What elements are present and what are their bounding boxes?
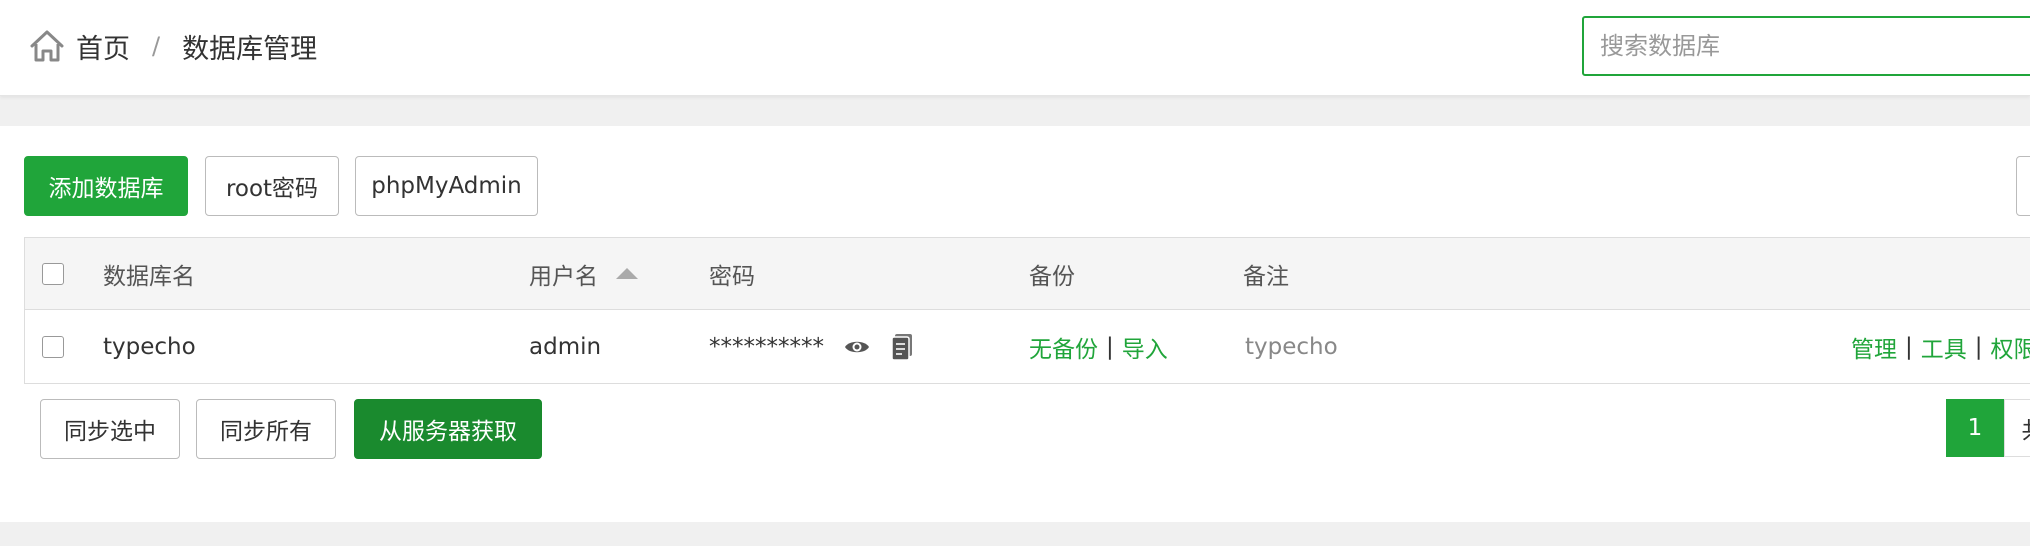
database-panel: 添加数据库 root密码 phpMyAdmin 数据库名 用户名 密码 备份 备… — [0, 126, 2030, 522]
row-backup-group: 无备份 | 导入 — [1029, 310, 1168, 383]
row-db-name: typecho — [103, 333, 196, 360]
table-row: typecho admin ********** 无备份 | 导入 typech… — [25, 310, 2030, 383]
header-username-label: 用户名 — [529, 263, 598, 290]
tools-link[interactable]: 工具 — [1921, 330, 1967, 364]
manage-link[interactable]: 管理 — [1851, 330, 1897, 364]
row-password-group: ********** — [709, 310, 914, 383]
select-all-checkbox[interactable] — [42, 262, 64, 285]
row-checkbox[interactable] — [42, 335, 64, 358]
row-username: admin — [529, 333, 602, 360]
header-db-name: 数据库名 — [103, 263, 195, 290]
no-backup-link[interactable]: 无备份 — [1029, 330, 1098, 364]
fetch-from-server-button[interactable]: 从服务器获取 — [354, 399, 542, 459]
toolbar-right-button[interactable] — [2016, 156, 2030, 216]
header-backup: 备份 — [1029, 263, 1075, 290]
root-password-button[interactable]: root密码 — [205, 156, 339, 216]
pagination-current-page[interactable]: 1 — [1946, 399, 2004, 457]
show-password-icon[interactable] — [844, 338, 870, 356]
top-bar: 首页 / 数据库管理 — [0, 0, 2030, 96]
breadcrumb-separator: / — [152, 32, 161, 60]
breadcrumb-home-link[interactable]: 首页 — [76, 27, 130, 66]
bottom-background — [0, 522, 2030, 546]
header-username[interactable]: 用户名 — [529, 238, 638, 309]
breadcrumb-current: 数据库管理 — [182, 33, 318, 65]
search-box — [1582, 16, 2030, 76]
sync-selected-button[interactable]: 同步选中 — [40, 399, 180, 459]
row-password: ********** — [709, 333, 824, 360]
breadcrumb: 首页 / 数据库管理 — [28, 22, 317, 70]
row-actions: 管理 | 工具 | 权限 | — [1851, 310, 2030, 383]
sync-all-button[interactable]: 同步所有 — [196, 399, 336, 459]
permissions-link[interactable]: 权限 — [1991, 330, 2030, 364]
copy-password-icon[interactable] — [890, 333, 914, 361]
phpmyadmin-button[interactable]: phpMyAdmin — [355, 156, 538, 216]
add-database-button[interactable]: 添加数据库 — [24, 156, 188, 216]
search-input[interactable] — [1584, 18, 2030, 74]
header-note: 备注 — [1243, 263, 1289, 290]
database-table: 数据库名 用户名 密码 备份 备注 typecho admin ********… — [24, 237, 2030, 384]
pagination-total: 共 — [2004, 399, 2030, 457]
import-link[interactable]: 导入 — [1122, 330, 1168, 364]
row-note[interactable]: typecho — [1245, 310, 1338, 383]
table-header: 数据库名 用户名 密码 备份 备注 — [25, 238, 2030, 310]
sort-ascending-icon[interactable] — [616, 268, 638, 279]
home-icon[interactable] — [28, 27, 66, 65]
header-password: 密码 — [709, 263, 755, 290]
